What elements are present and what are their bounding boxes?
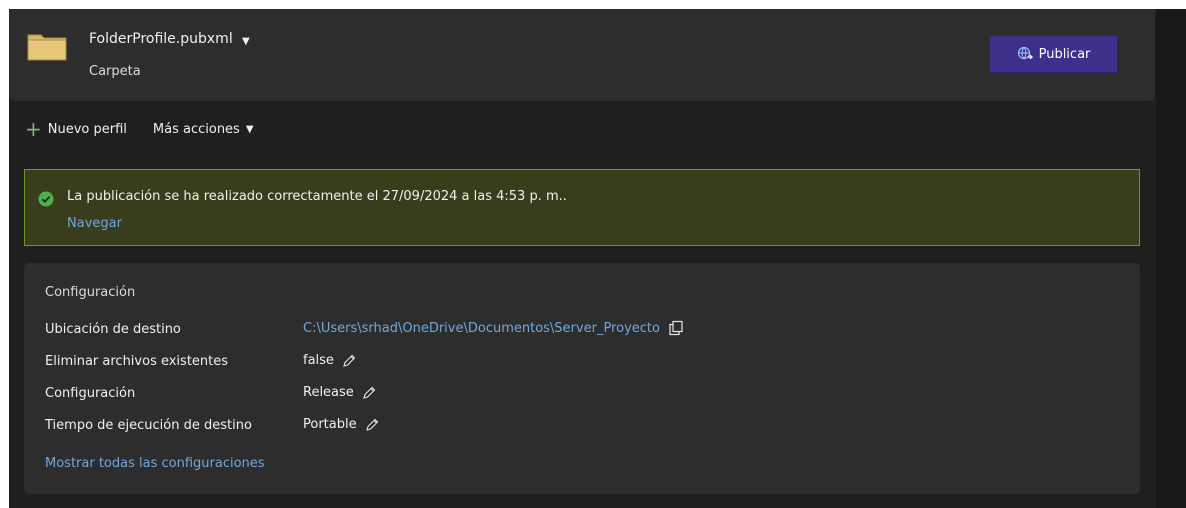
more-actions-label: Más acciones xyxy=(152,121,240,137)
profile-name[interactable]: FolderProfile.pubxml xyxy=(89,31,233,47)
success-message: La publicación se ha realizado correctam… xyxy=(67,189,567,204)
navigate-link[interactable]: Navegar xyxy=(67,216,122,231)
pencil-icon[interactable] xyxy=(342,354,356,368)
pencil-icon[interactable] xyxy=(365,418,379,432)
configuration-panel: Configuración Ubicación de destino C:\Us… xyxy=(24,263,1140,494)
target-runtime-text: Portable xyxy=(303,417,357,432)
target-location-label: Ubicación de destino xyxy=(45,322,181,337)
configuration-text: Release xyxy=(303,385,354,400)
right-panel-edge xyxy=(1156,9,1186,508)
profile-toolbar: + Nuevo perfil Más acciones ▼ xyxy=(25,117,254,141)
check-circle-icon xyxy=(38,191,54,207)
new-profile-label: Nuevo perfil xyxy=(47,121,127,137)
more-actions-button[interactable]: Más acciones ▼ xyxy=(153,122,254,137)
target-runtime-label: Tiempo de ejecución de destino xyxy=(45,418,252,433)
new-profile-button[interactable]: + Nuevo perfil xyxy=(25,119,127,139)
profile-dropdown-caret-icon[interactable]: ▼ xyxy=(242,36,250,47)
delete-existing-files-label: Eliminar archivos existentes xyxy=(45,354,229,369)
publish-button[interactable]: Publicar xyxy=(989,35,1118,73)
configuration-label: Configuración xyxy=(45,386,136,401)
profile-type: Carpeta xyxy=(89,64,141,79)
target-location-path[interactable]: C:\Users\srhad\OneDrive\Documentos\Serve… xyxy=(303,321,660,336)
copy-icon[interactable] xyxy=(668,320,684,336)
configuration-value: Release xyxy=(303,385,376,400)
publish-success-banner: La publicación se ha realizado correctam… xyxy=(24,169,1140,246)
configuration-title: Configuración xyxy=(45,285,136,300)
globe-publish-icon xyxy=(1017,46,1033,60)
publish-button-label: Publicar xyxy=(1038,46,1091,62)
caret-down-icon: ▼ xyxy=(245,123,254,135)
delete-existing-files-value: false xyxy=(303,353,356,368)
show-all-settings-link[interactable]: Mostrar todas las configuraciones xyxy=(45,456,265,471)
window-top-edge xyxy=(0,0,1186,9)
window-left-edge xyxy=(0,0,9,508)
pencil-icon[interactable] xyxy=(362,386,376,400)
target-runtime-value: Portable xyxy=(303,417,379,432)
delete-existing-files-text: false xyxy=(303,353,334,368)
plus-icon: + xyxy=(25,117,42,141)
target-location-value[interactable]: C:\Users\srhad\OneDrive\Documentos\Serve… xyxy=(303,320,684,336)
profile-header: FolderProfile.pubxml ▼ Carpeta Publicar xyxy=(9,9,1155,101)
folder-icon xyxy=(27,34,67,61)
